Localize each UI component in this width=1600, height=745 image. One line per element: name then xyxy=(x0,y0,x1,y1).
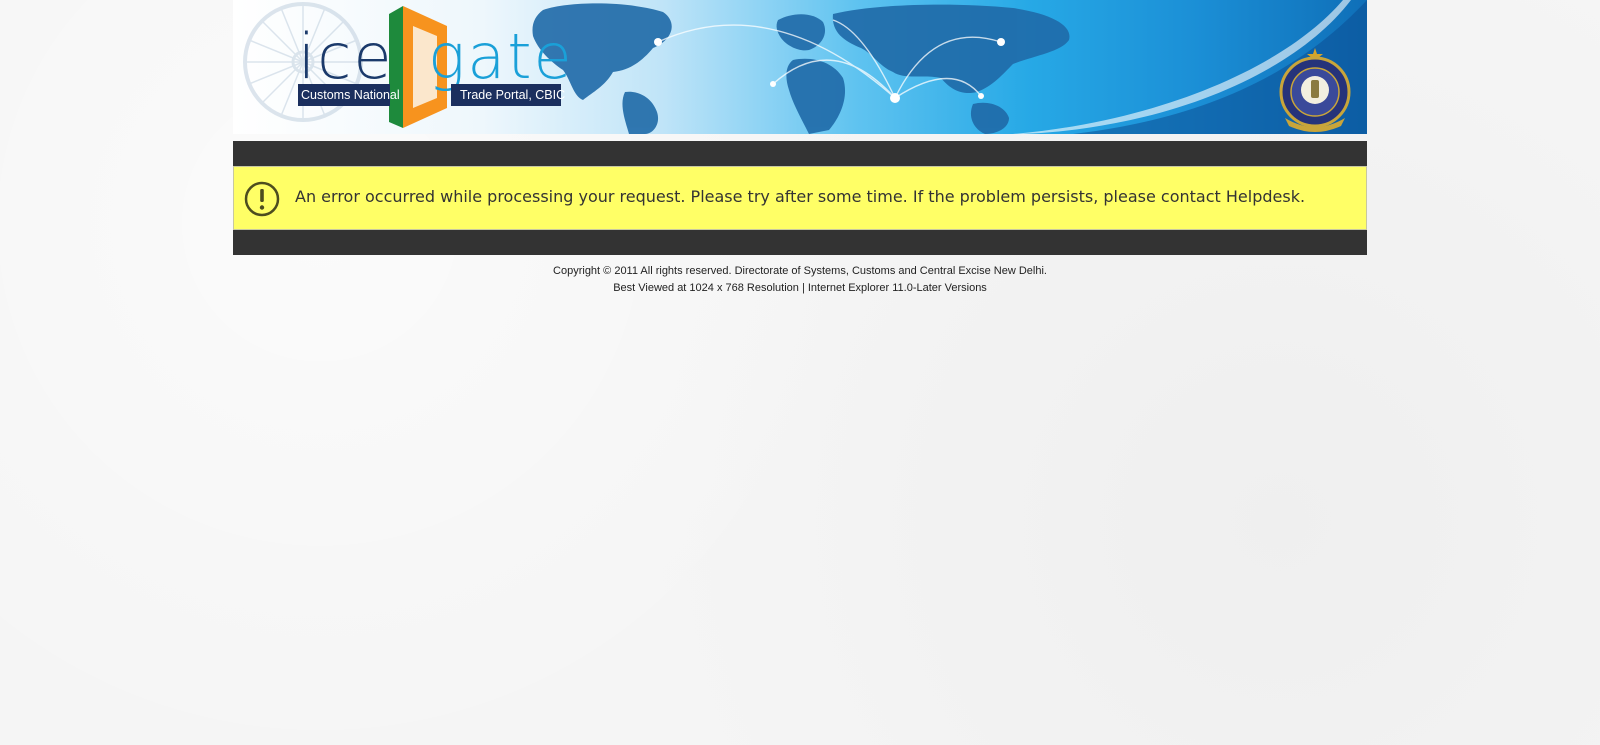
logo-tagline-right: Trade Portal, CBIC xyxy=(451,84,565,106)
exclamation-circle-icon xyxy=(244,181,280,217)
page: ice gate Customs National Trade Portal, … xyxy=(0,0,1600,745)
cbic-emblem-icon xyxy=(1279,48,1351,132)
main-container: ice gate Customs National Trade Portal, … xyxy=(233,0,1367,297)
error-message-box: An error occurred while processing your … xyxy=(233,166,1367,230)
bottom-dark-bar xyxy=(233,230,1367,255)
header-banner: ice gate Customs National Trade Portal, … xyxy=(233,0,1367,134)
logo-tagline-left: Customs National xyxy=(298,84,400,106)
footer-best-viewed: Best Viewed at 1024 x 768 Resolution | I… xyxy=(613,282,987,294)
logo-word-ice: ice xyxy=(298,20,394,93)
error-message-text: An error occurred while processing your … xyxy=(295,187,1306,206)
top-dark-bar xyxy=(233,141,1367,166)
logo-word-gate: gate xyxy=(428,20,574,93)
footer: Copyright © 2011 All rights reserved. Di… xyxy=(233,263,1367,297)
footer-copyright: Copyright © 2011 All rights reserved. Di… xyxy=(553,265,1047,277)
icegate-logo[interactable]: ice gate Customs National Trade Portal, … xyxy=(298,4,572,132)
